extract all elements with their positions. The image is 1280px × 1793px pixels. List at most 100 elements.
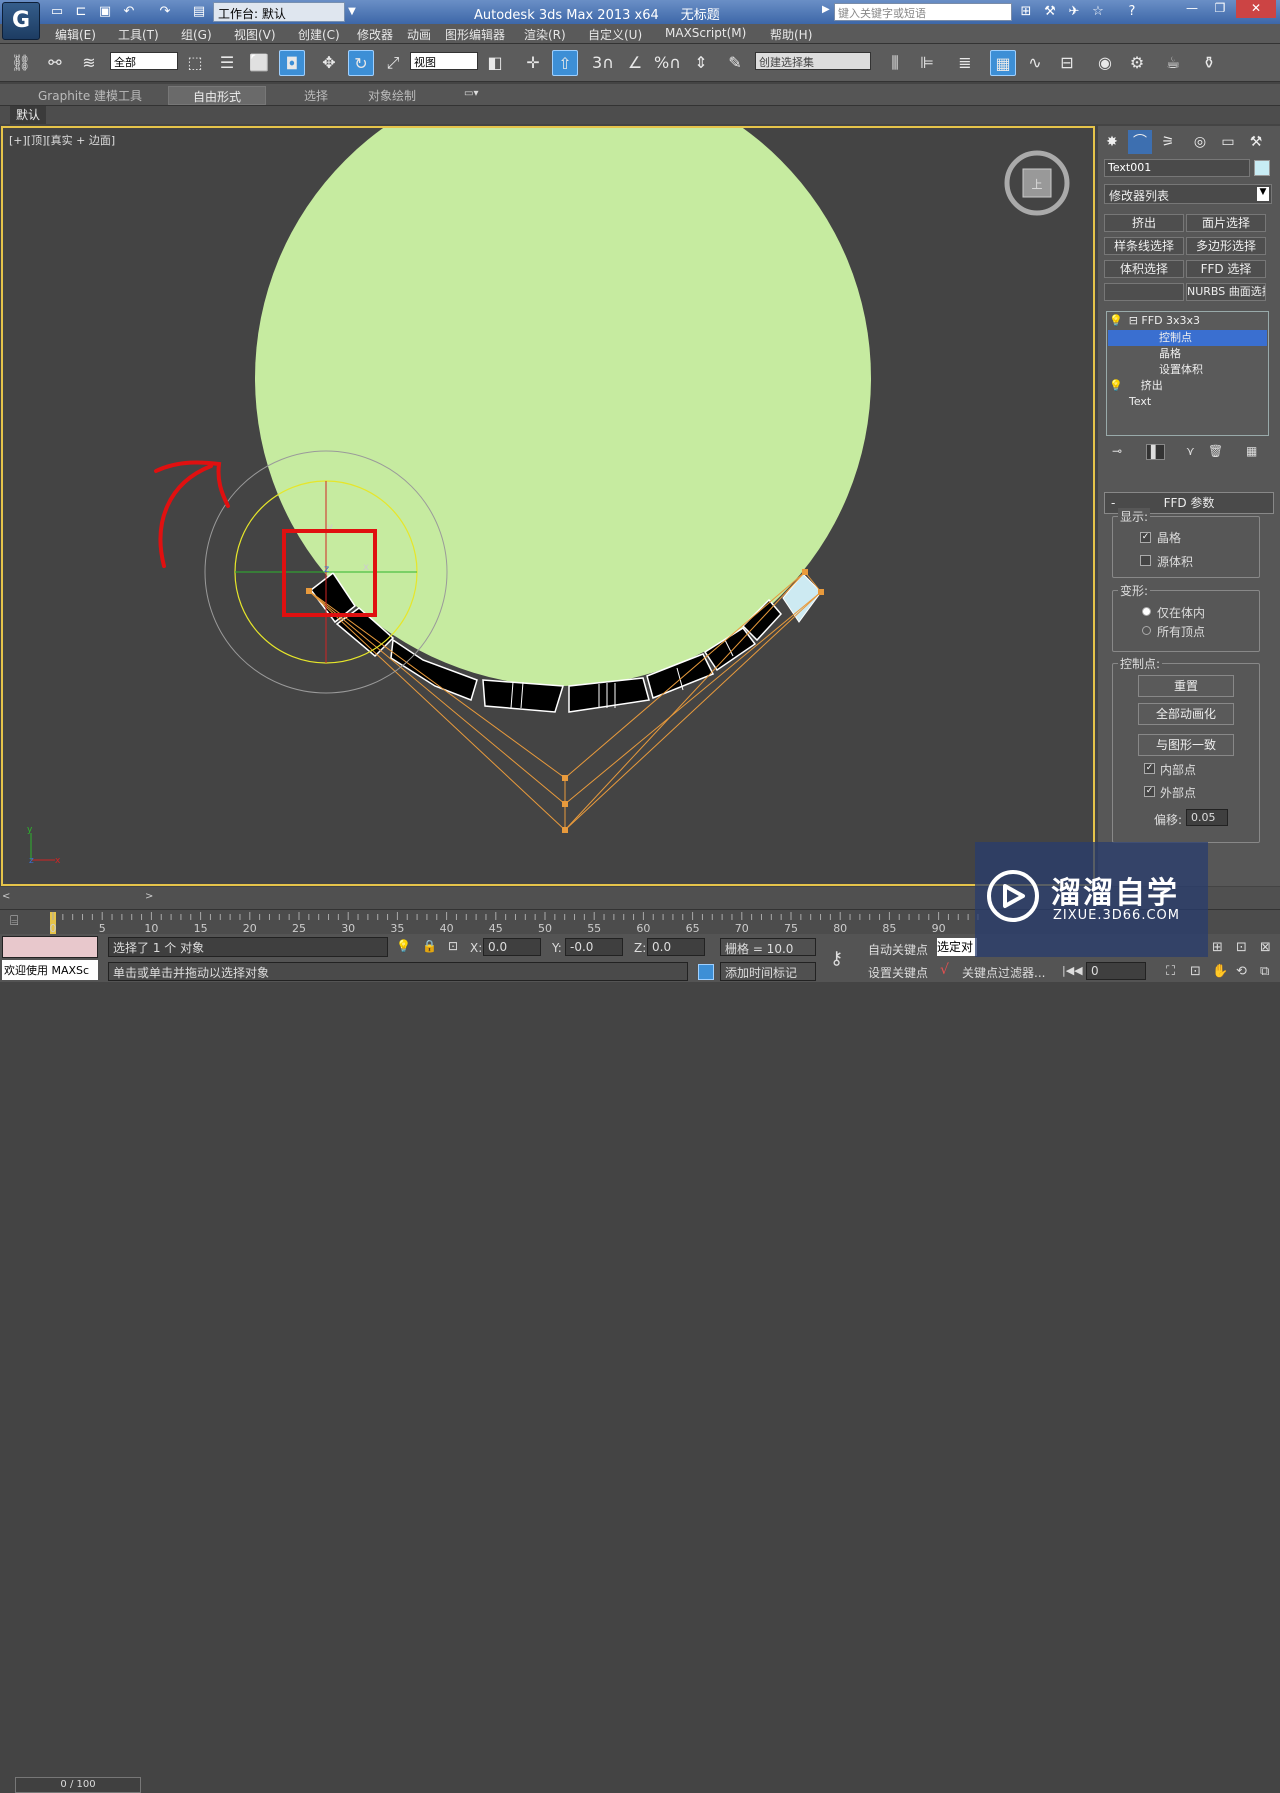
rectangle-region-icon[interactable]: ⬜ — [246, 50, 272, 76]
layer-manager-icon[interactable]: ≣ — [952, 50, 978, 76]
redo-icon[interactable]: ↷ — [156, 3, 174, 21]
pivot-center-icon[interactable]: ◧ — [482, 50, 508, 76]
time-tag-icon[interactable] — [698, 964, 714, 980]
maximize-viewport-icon[interactable]: ⧉ — [1260, 964, 1269, 979]
motion-tab-icon[interactable]: ◎ — [1188, 130, 1212, 154]
mod-ffd-select-button[interactable]: FFD 选择 — [1186, 260, 1266, 278]
curve-editor-icon[interactable]: ∿ — [1022, 50, 1048, 76]
modifier-list-dropdown[interactable]: 修改器列表 ▼ — [1104, 184, 1272, 204]
scale-icon[interactable]: ⤢ — [380, 50, 406, 76]
source-volume-checkbox[interactable] — [1140, 555, 1151, 566]
mod-vol-select-button[interactable]: 体积选择 — [1104, 260, 1184, 278]
percent-snap-icon[interactable]: %∩ — [654, 50, 681, 76]
graphite-toggle-icon[interactable]: ▦ — [990, 50, 1016, 76]
rotate-icon[interactable]: ↻ — [348, 50, 374, 76]
stack-item-text[interactable]: Text — [1109, 394, 1267, 410]
all-vertices-radio[interactable] — [1142, 626, 1151, 635]
lightbulb-icon[interactable]: 💡 — [1109, 379, 1123, 392]
offset-spinner[interactable]: 0.05 — [1186, 809, 1228, 826]
workspace-dropdown[interactable]: 工作台: 默认 — [213, 2, 345, 22]
tab-freeform[interactable]: 自由形式 — [168, 86, 266, 105]
mod-spline-select-button[interactable]: 样条线选择 — [1104, 237, 1184, 255]
slider-right-arrow[interactable]: > — [145, 891, 153, 902]
select-by-name-icon[interactable]: ☰ — [214, 50, 240, 76]
configure-sets-icon[interactable]: ▦ — [1246, 444, 1257, 458]
link-icon[interactable]: ⛓ — [8, 50, 34, 76]
named-selection-set-dropdown[interactable]: 创建选择集 — [755, 52, 871, 70]
object-color-swatch[interactable] — [1254, 160, 1270, 176]
display-tab-icon[interactable]: ▭ — [1216, 130, 1240, 154]
mod-patch-select-button[interactable]: 面片选择 — [1186, 214, 1266, 232]
absolute-mode-icon[interactable]: ⊡ — [448, 939, 458, 953]
key-filters-button[interactable]: 关键点过滤器... — [962, 964, 1048, 981]
only-in-volume-radio[interactable] — [1142, 607, 1151, 616]
menu-help[interactable]: 帮助(H) — [770, 26, 812, 43]
pin-stack-icon[interactable]: ⊸ — [1112, 444, 1122, 458]
mod-poly-select-button[interactable]: 多边形选择 — [1186, 237, 1266, 255]
binoculars-icon[interactable]: ⊞ — [1016, 3, 1036, 21]
set-key-button[interactable]: 设置关键点 — [868, 964, 928, 981]
schematic-view-icon[interactable]: ⊟ — [1054, 50, 1080, 76]
menu-graph-editors[interactable]: 图形编辑器 — [445, 26, 505, 43]
new-file-icon[interactable]: ▭ — [48, 3, 66, 21]
zoom-region-icon[interactable]: ⊡ — [1190, 964, 1201, 979]
menu-rendering[interactable]: 渲染(R) — [524, 26, 566, 43]
mirror-icon[interactable]: ⫼ — [882, 50, 908, 76]
x-coordinate-field[interactable]: 0.0 — [483, 938, 541, 956]
key-tool-icon[interactable]: ⚒ — [1040, 3, 1060, 21]
stack-item-control-points[interactable]: 控制点 — [1109, 330, 1267, 346]
current-frame-field[interactable]: 0 — [1086, 962, 1146, 980]
menu-customize[interactable]: 自定义(U) — [588, 26, 642, 43]
utilities-tab-icon[interactable]: ⚒ — [1244, 130, 1268, 154]
edit-named-selection-icon[interactable]: ✎ — [722, 50, 748, 76]
open-file-icon[interactable]: ⊏ — [72, 3, 90, 21]
auto-key-button[interactable]: 自动关键点 — [868, 941, 928, 958]
undo-icon[interactable]: ↶ — [120, 3, 138, 21]
orbit-icon[interactable]: ⟲ — [1236, 964, 1247, 979]
remove-modifier-icon[interactable]: 🗑 — [1208, 444, 1223, 458]
show-end-result-icon[interactable]: ▌ — [1146, 444, 1166, 460]
goto-start-icon[interactable]: |◀◀ — [1062, 964, 1083, 977]
tab-object-paint[interactable]: 对象绘制 — [368, 87, 416, 104]
menu-views[interactable]: 视图(V) — [234, 26, 276, 43]
favorites-star-icon[interactable]: ☆ — [1088, 3, 1108, 21]
selection-lock-icon[interactable]: 🔒 — [422, 939, 437, 953]
isolate-selection-icon[interactable]: 💡 — [396, 939, 411, 953]
mod-nurbs-select-button[interactable]: NURBS 曲面选择 — [1186, 283, 1266, 301]
ribbon-default-tab[interactable]: 默认 — [10, 106, 46, 124]
inside-points-checkbox[interactable]: ✓ — [1144, 763, 1155, 774]
window-crossing-icon[interactable]: ◘ — [279, 50, 305, 76]
conform-to-shape-button[interactable]: 与图形一致 — [1138, 734, 1234, 756]
reset-button[interactable]: 重置 — [1138, 675, 1234, 697]
menu-animation[interactable]: 动画 — [407, 26, 431, 43]
mod-extrude-button[interactable]: 挤出 — [1104, 214, 1184, 232]
menu-edit[interactable]: 编辑(E) — [55, 26, 96, 43]
maxscript-listener-mini[interactable] — [2, 936, 98, 958]
field-of-view-icon[interactable]: ⛶ — [1166, 964, 1175, 979]
menu-tools[interactable]: 工具(T) — [118, 26, 159, 43]
communication-icon[interactable]: ✈ — [1064, 3, 1084, 21]
hierarchy-tab-icon[interactable]: ⚞ — [1156, 130, 1180, 154]
tab-graphite-modeling[interactable]: Graphite 建模工具 — [38, 87, 142, 104]
create-tab-icon[interactable]: ✸ — [1100, 130, 1124, 154]
welcome-text[interactable]: 欢迎使用 MAXSc — [2, 960, 98, 980]
maximize-button[interactable]: ❐ — [1206, 0, 1234, 18]
slider-left-arrow[interactable]: < — [2, 891, 10, 902]
make-unique-icon[interactable]: ⋎ — [1186, 444, 1195, 458]
stack-item-lattice[interactable]: 晶格 — [1109, 346, 1267, 362]
minimize-button[interactable]: — — [1178, 0, 1206, 18]
collapse-icon[interactable]: ⊟ — [1129, 314, 1138, 327]
menu-create[interactable]: 创建(C) — [298, 26, 340, 43]
outside-points-checkbox[interactable]: ✓ — [1144, 786, 1155, 797]
save-icon[interactable]: ▣ — [96, 3, 114, 21]
selection-filter-dropdown[interactable]: 全部 — [110, 52, 178, 70]
project-folder-icon[interactable]: ▤ — [190, 3, 208, 21]
stack-item-extrude[interactable]: 💡 挤出 — [1109, 378, 1267, 394]
lightbulb-icon[interactable]: 💡 — [1109, 314, 1123, 327]
modify-tab-icon[interactable]: ⌒ — [1128, 130, 1152, 154]
menu-modifiers[interactable]: 修改器 — [357, 26, 393, 43]
zoom-all-icon[interactable]: ⊠ — [1260, 940, 1271, 955]
search-input[interactable]: 键入关键字或短语 — [834, 3, 1012, 21]
object-name-field[interactable]: Text001 — [1104, 159, 1250, 177]
menu-maxscript[interactable]: MAXScript(M) — [665, 26, 746, 40]
